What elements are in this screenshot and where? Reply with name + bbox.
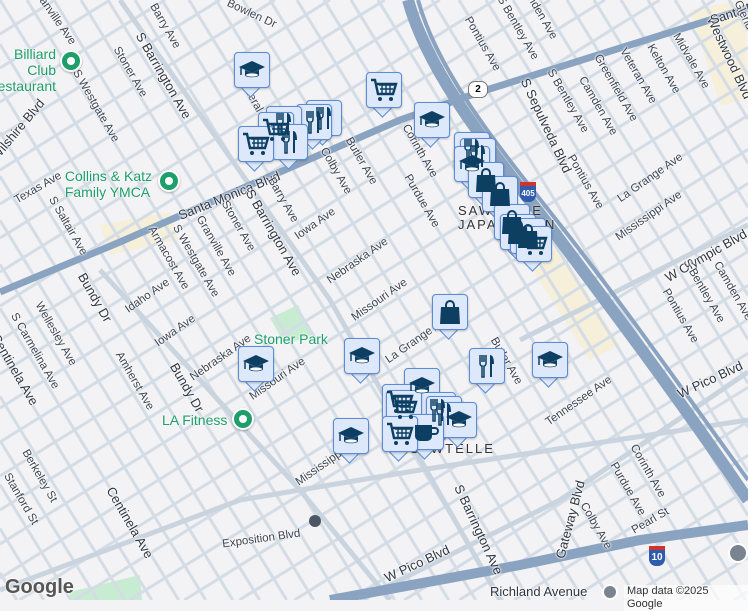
shopping-cart-icon	[370, 76, 398, 104]
street-label: Richland Avenue	[490, 584, 588, 599]
graduation-cap-icon	[348, 342, 376, 370]
marker-badge	[366, 72, 402, 108]
marker-badge	[344, 338, 380, 374]
fork-knife-icon	[473, 352, 501, 380]
poi-ymca[interactable]: Collins & Katz Family YMCA	[65, 168, 152, 200]
school-poi-icon[interactable]	[728, 543, 748, 563]
marker-badge	[482, 176, 518, 212]
shopping-bag-icon	[486, 180, 514, 208]
shopping-cart-icon	[520, 230, 548, 258]
school-marker[interactable]	[333, 418, 369, 464]
school-poi-icon[interactable]	[602, 584, 618, 600]
transit-station-icon[interactable]	[309, 515, 321, 527]
graduation-cap-icon	[337, 422, 365, 450]
school-marker[interactable]	[532, 342, 568, 388]
grocery-marker[interactable]	[366, 72, 402, 118]
marker-badge	[469, 348, 505, 384]
graduation-cap-icon	[238, 56, 266, 84]
marker-badge	[532, 342, 568, 378]
marker-badge	[516, 226, 552, 262]
google-logo: Google	[5, 576, 74, 598]
marker-badge	[238, 346, 274, 382]
school-marker[interactable]	[234, 52, 270, 98]
i-10-shield-icon: 10	[649, 546, 665, 566]
school-marker[interactable]	[238, 346, 274, 392]
map-attribution[interactable]: Map data ©2025 Google	[624, 585, 748, 611]
shopping-cart-icon	[242, 130, 270, 158]
graduation-cap-icon	[445, 406, 473, 434]
marker-badge	[333, 418, 369, 454]
shopping-cart-icon	[386, 420, 414, 448]
shopping-bag-icon	[436, 298, 464, 326]
marker-badge	[441, 402, 477, 438]
graduation-cap-icon	[418, 106, 446, 134]
school-marker[interactable]	[441, 402, 477, 448]
marker-badge	[414, 102, 450, 138]
marker-badge	[234, 52, 270, 88]
restaurant-marker[interactable]	[469, 348, 505, 394]
poi-label: Billiard Club	[13, 46, 56, 78]
poi-billiard-club[interactable]: Billiard Club Restaurant	[0, 46, 56, 94]
graduation-cap-icon	[536, 346, 564, 374]
marker-badge	[432, 294, 468, 330]
poi-label: Restaurant	[0, 78, 56, 94]
ca-2-shield-icon: 2	[468, 81, 488, 98]
school-marker[interactable]	[344, 338, 380, 384]
fork-knife-icon	[300, 108, 328, 136]
poi-la-fitness[interactable]: LA Fitness	[162, 412, 227, 428]
grocery-marker[interactable]	[516, 226, 552, 272]
school-marker[interactable]	[414, 102, 450, 148]
marker-badge	[272, 124, 308, 160]
poi-pin-icon[interactable]	[158, 170, 180, 192]
grocery-marker[interactable]	[238, 126, 274, 172]
poi-pin-icon[interactable]	[232, 408, 254, 430]
fork-knife-icon	[276, 128, 304, 156]
grocery-marker[interactable]	[382, 416, 418, 462]
marker-badge	[382, 416, 418, 452]
poi-label: Family YMCA	[64, 184, 151, 200]
marker-badge	[238, 126, 274, 162]
coffee-cup-icon	[412, 418, 440, 446]
shopping-marker[interactable]	[432, 294, 468, 340]
poi-pin-icon[interactable]	[60, 50, 82, 72]
poi-stoner-park[interactable]: Stoner Park	[254, 331, 328, 347]
restaurant-marker[interactable]	[272, 124, 308, 170]
i-405-shield-icon: 405	[520, 182, 536, 202]
poi-label: Collins & Katz	[64, 168, 152, 184]
graduation-cap-icon	[242, 350, 270, 378]
